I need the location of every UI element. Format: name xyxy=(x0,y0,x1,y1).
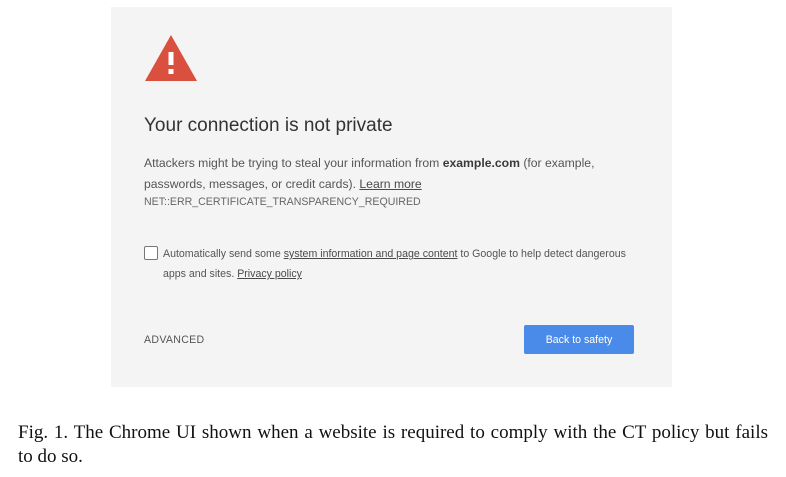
learn-more-link[interactable]: Learn more xyxy=(359,177,421,191)
description-text: Attackers might be trying to steal your … xyxy=(144,156,443,170)
site-domain: example.com xyxy=(442,156,520,170)
consent-text: Automatically send some xyxy=(163,248,284,260)
send-info-label: Automatically send some system informati… xyxy=(163,244,633,284)
interstitial-panel: Your connection is not private Attackers… xyxy=(111,7,672,387)
privacy-policy-link[interactable]: Privacy policy xyxy=(237,268,302,280)
warning-triangle-icon xyxy=(144,34,198,82)
system-info-link[interactable]: system information and page content xyxy=(284,248,458,260)
back-to-safety-button[interactable]: Back to safety xyxy=(524,325,634,354)
send-info-checkbox[interactable] xyxy=(144,246,158,260)
error-code: NET::ERR_CERTIFICATE_TRANSPARENCY_REQUIR… xyxy=(144,196,421,208)
advanced-button[interactable]: ADVANCED xyxy=(144,334,204,346)
page-title: Your connection is not private xyxy=(144,115,393,136)
warning-description: Attackers might be trying to steal your … xyxy=(144,153,644,195)
figure-caption: Fig. 1. The Chrome UI shown when a websi… xyxy=(18,422,768,467)
